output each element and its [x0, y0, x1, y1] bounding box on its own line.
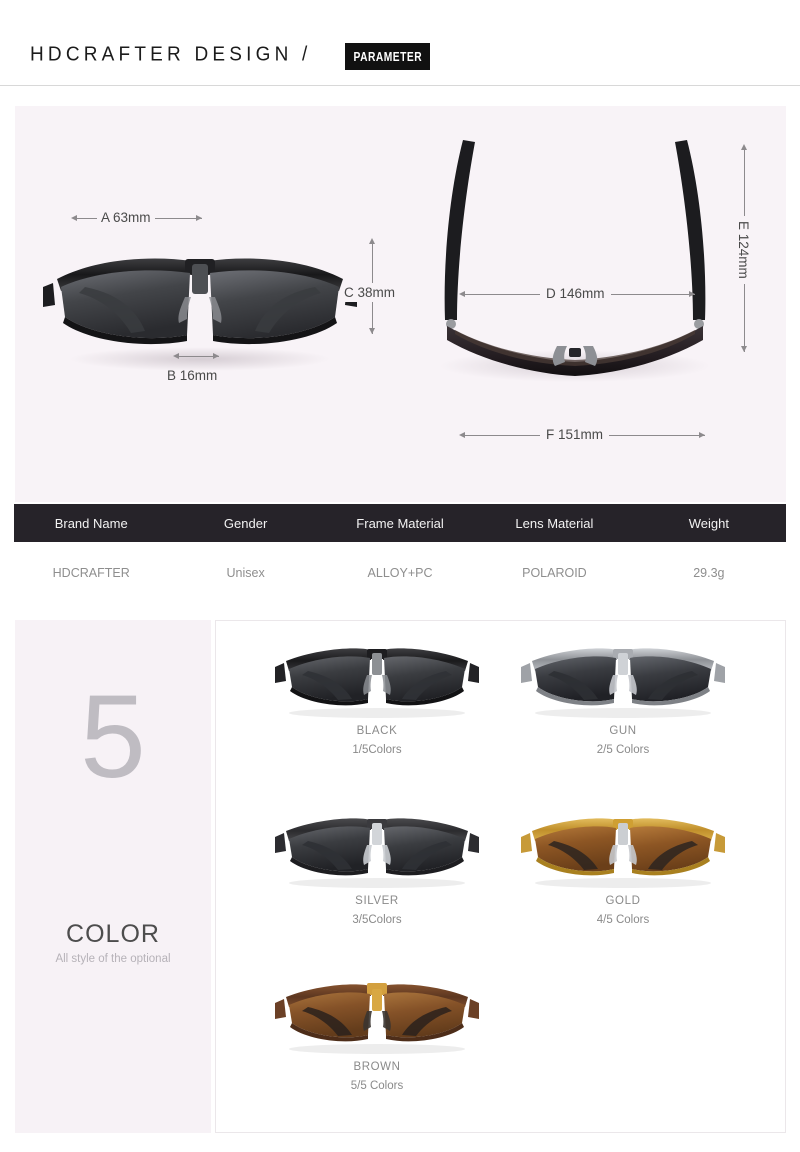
swatch-count-black: 1/5Colors: [352, 744, 402, 756]
swatch-name-silver: SILVER: [355, 895, 399, 907]
top-view-sunglasses-image: [440, 140, 710, 382]
spec-value-lens-material: POLAROID: [522, 566, 587, 580]
spec-header-frame-material: Frame Material: [356, 515, 444, 531]
color-swatch-black[interactable]: BLACK 1/5Colors: [262, 643, 492, 756]
dimension-label-f: F 151mm: [540, 427, 610, 442]
swatch-name-gun: GUN: [609, 725, 637, 737]
parameter-badge: PARAMETER: [345, 43, 430, 70]
dimension-label-b: B 16mm: [167, 368, 218, 383]
brand-title: HDCRAFTER DESIGN /: [30, 43, 312, 66]
dimension-arrowhead-d-left: [459, 290, 465, 297]
swatch-count-gun: 2/5 Colors: [596, 744, 650, 756]
spec-value-gender: Unisex: [226, 566, 265, 580]
spec-value-brand-name: HDCRAFTER: [52, 566, 130, 580]
dimension-arrowhead-c-bottom: [368, 328, 375, 334]
spec-value-frame-material: ALLOY+PC: [367, 566, 433, 580]
swatch-name-brown: BROWN: [353, 1061, 401, 1073]
dimension-arrowhead-e-top: [740, 144, 747, 150]
dimension-label-d: D 146mm: [540, 286, 611, 301]
dimension-arrowhead-b-right: [213, 352, 219, 359]
swatch-image-gold: [518, 813, 728, 891]
page-header: HDCRAFTER DESIGN / PARAMETER: [0, 0, 800, 86]
swatch-count-brown: 5/5 Colors: [350, 1080, 404, 1092]
dimension-arrowhead-e-bottom: [740, 346, 747, 352]
color-swatch-gold[interactable]: GOLD 4/5 Colors: [508, 813, 738, 926]
swatch-name-black: BLACK: [356, 725, 398, 737]
dimension-diagram-panel: A 63mm B 16mm C 38mm D 146mm E 124mm F 1…: [15, 106, 786, 502]
spec-value-weight: 29.3g: [693, 566, 725, 580]
spec-table-row: HDCRAFTER Unisex ALLOY+PC POLAROID 29.3g: [14, 542, 786, 604]
parameter-badge-label: PARAMETER: [353, 49, 422, 64]
spec-header-weight: Weight: [688, 515, 729, 531]
swatch-name-gold: GOLD: [605, 895, 641, 907]
swatch-image-brown: [272, 979, 482, 1057]
dimension-arrowhead-f-right: [699, 431, 705, 438]
dimension-label-c: C 38mm: [344, 283, 396, 302]
swatch-count-gold: 4/5 Colors: [596, 914, 650, 926]
dimension-arrowhead-d-right: [689, 290, 695, 297]
dimension-label-a: A 63mm: [97, 210, 155, 225]
spec-header-brand-name: Brand Name: [54, 515, 128, 531]
color-count-number: 5: [80, 671, 146, 803]
color-summary-panel: 5 COLOR All style of the optional: [15, 620, 211, 1133]
color-swatch-brown[interactable]: BROWN 5/5 Colors: [262, 979, 492, 1092]
color-swatch-silver[interactable]: SILVER 3/5Colors: [262, 813, 492, 926]
spec-header-lens-material: Lens Material: [515, 515, 594, 531]
swatch-count-silver: 3/5Colors: [352, 914, 402, 926]
color-swatch-gun[interactable]: GUN 2/5 Colors: [508, 643, 738, 756]
color-swatch-grid: BLACK 1/5Colors GUN 2/5 Colors SILVER 3/…: [215, 620, 786, 1133]
color-section-subtitle: All style of the optional: [55, 953, 171, 965]
spec-table-header: Brand Name Gender Frame Material Lens Ma…: [14, 504, 786, 542]
dimension-arrowhead-f-left: [459, 431, 465, 438]
dimension-arrowhead-b-left: [173, 352, 179, 359]
dimension-label-e: E 124mm: [736, 216, 751, 284]
swatch-image-silver: [272, 813, 482, 891]
spec-header-gender: Gender: [223, 515, 268, 531]
dimension-arrowhead-a-left: [71, 214, 77, 221]
swatch-image-gun: [518, 643, 728, 721]
color-section-title: COLOR: [66, 920, 160, 948]
dimension-arrowhead-a-right: [196, 214, 202, 221]
dimension-arrowhead-c-top: [368, 238, 375, 244]
swatch-image-black: [272, 643, 482, 721]
